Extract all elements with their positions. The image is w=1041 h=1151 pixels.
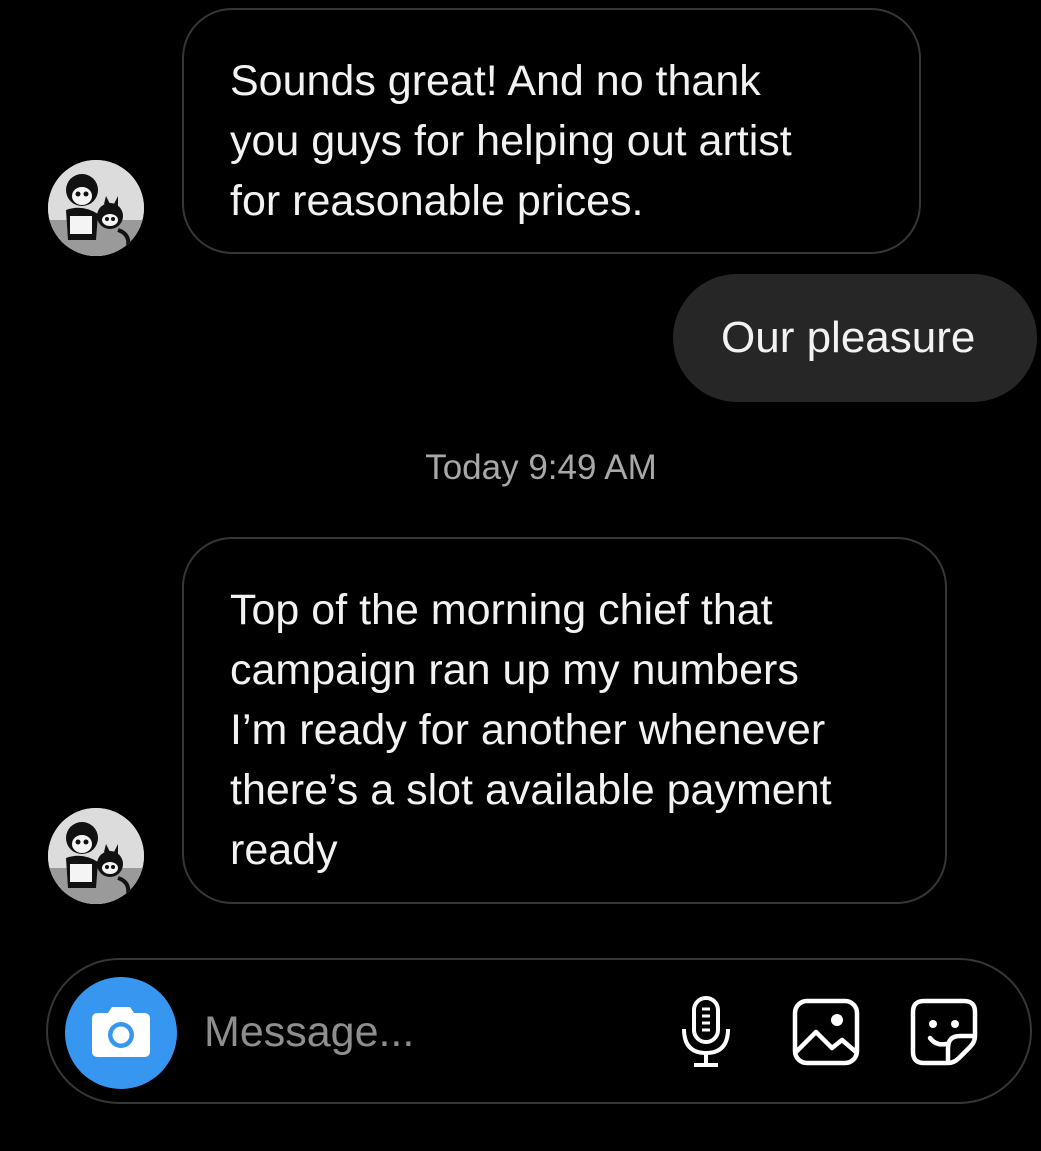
camera-icon (92, 1007, 150, 1057)
gallery-button[interactable] (788, 994, 864, 1070)
camera-button[interactable] (65, 977, 177, 1089)
incoming-message-bubble[interactable]: Top of the morning chief that campaign r… (182, 537, 947, 904)
chat-thread: Sounds great! And no thank you guys for … (0, 0, 1041, 1151)
microphone-icon (682, 996, 730, 1067)
sticker-icon (910, 998, 978, 1066)
image-gallery-icon (792, 998, 860, 1066)
message-input[interactable] (204, 1004, 644, 1060)
contact-avatar[interactable] (48, 808, 144, 904)
avatar-image (48, 808, 144, 904)
contact-avatar[interactable] (48, 160, 144, 256)
incoming-message-bubble[interactable]: Sounds great! And no thank you guys for … (182, 8, 921, 254)
avatar-image (48, 160, 144, 256)
voice-message-button[interactable] (668, 994, 744, 1070)
sticker-button[interactable] (906, 994, 982, 1070)
message-timestamp: Today 9:49 AM (425, 448, 657, 487)
message-composer (46, 958, 1032, 1104)
outgoing-message-bubble[interactable]: Our pleasure (673, 274, 1037, 402)
